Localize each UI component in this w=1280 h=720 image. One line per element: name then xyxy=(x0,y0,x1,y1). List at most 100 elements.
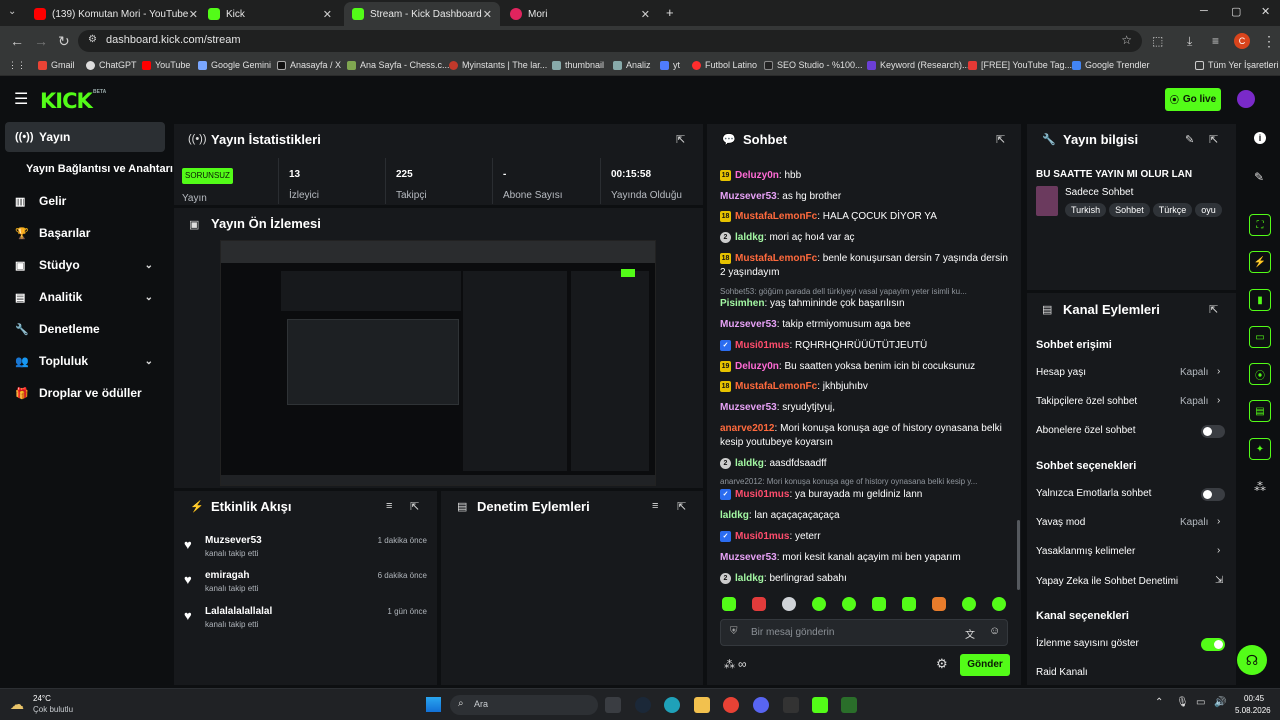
popout-icon[interactable]: ⇱ xyxy=(1209,133,1218,146)
bookmark-chatgpt[interactable]: ChatGPT xyxy=(86,60,137,70)
info-icon[interactable]: i xyxy=(1254,132,1266,144)
emote-icon[interactable] xyxy=(842,597,856,611)
emote-icon[interactable] xyxy=(962,597,976,611)
external-link-icon[interactable]: ⇲ xyxy=(1215,575,1223,586)
profile-avatar[interactable]: C xyxy=(1234,33,1250,49)
event-user[interactable]: Lalalalalallalal xyxy=(205,606,272,617)
extensions-icon[interactable]: ⬚ xyxy=(1152,32,1163,50)
rail-chat-icon[interactable]: ▭ xyxy=(1249,326,1271,348)
edge-icon[interactable] xyxy=(664,697,680,713)
support-headset-icon[interactable]: ☊ xyxy=(1237,645,1267,675)
sidebar-item-droplar[interactable]: 🎁 Droplar ve ödüller xyxy=(5,378,165,408)
menu-dots-icon[interactable]: ⋮ xyxy=(1262,32,1276,50)
bookmark-x[interactable]: Anasayfa / X xyxy=(277,60,341,70)
emote-icon[interactable] xyxy=(902,597,916,611)
filter-icon[interactable]: ≡ xyxy=(652,500,658,512)
obs-icon[interactable] xyxy=(841,697,857,713)
close-tab-icon[interactable]: ✕ xyxy=(189,8,198,21)
sidebar-item-studyo[interactable]: ▣ Stüdyo ⌄ xyxy=(5,250,165,280)
bookmark-google-trends[interactable]: Google Trendler xyxy=(1072,60,1150,70)
event-user[interactable]: Muzsever53 xyxy=(205,535,262,546)
chat-username[interactable]: Muzsever53 xyxy=(720,552,777,563)
popout-icon[interactable]: ⇱ xyxy=(677,500,686,513)
chat-username[interactable]: MustafaLemonFc xyxy=(735,211,817,222)
bookmark-chess[interactable]: Ana Sayfa - Chess.c... xyxy=(347,60,450,70)
popout-icon[interactable]: ⇱ xyxy=(1209,303,1218,316)
steam-icon[interactable] xyxy=(635,697,651,713)
event-user[interactable]: emiragah xyxy=(205,570,249,581)
file-explorer-icon[interactable] xyxy=(694,697,710,713)
download-icon[interactable]: ⤓ xyxy=(1187,32,1192,50)
setting-label[interactable]: Yapay Zeka ile Sohbet Denetimi xyxy=(1036,576,1178,587)
rail-wrench-icon[interactable]: ✦ xyxy=(1249,438,1271,460)
taskbar-search[interactable]: ⌕ Ara xyxy=(450,695,598,715)
chat-username[interactable]: Musi01mus xyxy=(735,531,789,542)
bookmark-futbol-latino[interactable]: Futbol Latino xyxy=(692,60,757,70)
stream-preview-video[interactable] xyxy=(220,240,656,486)
translate-icon[interactable]: 文 xyxy=(965,626,975,641)
network-icon[interactable]: ▭ xyxy=(1196,697,1205,708)
kick-logo[interactable]: KICK xyxy=(40,89,93,113)
forward-icon[interactable]: → xyxy=(34,32,48,50)
send-button[interactable]: Gönder xyxy=(960,654,1010,676)
hamburger-menu-icon[interactable]: ☰ xyxy=(14,89,28,109)
chat-scrollbar[interactable] xyxy=(1017,520,1020,590)
bookmark-gmail[interactable]: Gmail xyxy=(38,60,75,70)
task-view-icon[interactable] xyxy=(605,697,621,713)
show-viewer-count-toggle[interactable] xyxy=(1201,638,1225,651)
setting-label[interactable]: Yavaş mod xyxy=(1036,517,1085,528)
chat-username[interactable]: Deluzy0n xyxy=(735,170,779,181)
setting-label[interactable]: Yasaklanmış kelimeler xyxy=(1036,546,1135,557)
sidebar-item-yayin-baglantisi[interactable]: Yayın Bağlantısı ve Anahtarı xyxy=(26,154,173,184)
rail-broadcast-icon[interactable]: ⦿ xyxy=(1249,363,1271,385)
edit-pencil-icon[interactable]: ✎ xyxy=(1185,133,1194,146)
close-window-icon[interactable]: ✕ xyxy=(1261,5,1270,18)
infinity-icon[interactable]: ∞ xyxy=(738,657,747,671)
back-icon[interactable]: ← xyxy=(10,32,24,50)
tray-chevron-icon[interactable]: ⌃ xyxy=(1155,697,1163,708)
tab-mori[interactable]: Mori ✕ xyxy=(502,2,658,26)
weather-temp[interactable]: 24°C xyxy=(33,694,51,703)
chat-username[interactable]: Pisimhen xyxy=(720,298,764,309)
reload-icon[interactable]: ↻ xyxy=(58,32,70,50)
filter-icon[interactable]: ≡ xyxy=(386,500,392,512)
close-tab-icon[interactable]: ✕ xyxy=(483,8,492,21)
discord-icon[interactable] xyxy=(753,697,769,713)
chrome-icon[interactable] xyxy=(723,697,739,713)
setting-label[interactable]: Hesap yaşı xyxy=(1036,367,1086,378)
volume-icon[interactable]: 🔊 xyxy=(1214,697,1226,708)
settings-gear-icon[interactable]: ⚙ xyxy=(936,656,948,672)
chat-username[interactable]: Deluzy0n xyxy=(735,361,779,372)
bookmark-youtube-tag[interactable]: [FREE] YouTube Tag... xyxy=(968,60,1072,70)
chat-username[interactable]: Muzsever53 xyxy=(720,319,777,330)
microphone-icon[interactable]: 🎙 xyxy=(1176,697,1189,708)
chat-username[interactable]: Muzsever53 xyxy=(720,402,777,413)
tag-chip[interactable]: Sohbet xyxy=(1109,203,1150,217)
chevron-right-icon[interactable]: › xyxy=(1217,516,1220,527)
popout-icon[interactable]: ⇱ xyxy=(676,133,685,146)
chat-input[interactable]: ⛨ Bir mesaj gönderin 文 ☺ xyxy=(720,619,1008,646)
subscribers-only-toggle[interactable] xyxy=(1201,425,1225,438)
tab-youtube[interactable]: (139) Komutan Mori - YouTube ✕ xyxy=(26,2,206,26)
bookmark-keyword[interactable]: Keyword (Research)... xyxy=(867,60,970,70)
popout-icon[interactable]: ⇱ xyxy=(410,500,419,513)
rail-document-icon[interactable]: ▮ xyxy=(1249,289,1271,311)
bookmark-star-icon[interactable]: ☆ xyxy=(1121,33,1132,47)
tag-chip[interactable]: Turkish xyxy=(1065,203,1107,217)
edit-icon[interactable]: ✎ xyxy=(1254,170,1264,184)
epic-games-icon[interactable] xyxy=(783,697,799,713)
popout-icon[interactable]: ⇱ xyxy=(996,133,1005,146)
tag-chip[interactable]: oyu xyxy=(1195,203,1222,217)
close-tab-icon[interactable]: ✕ xyxy=(641,8,650,21)
chevron-right-icon[interactable]: › xyxy=(1217,366,1220,377)
category-name[interactable]: Sadece Sohbet xyxy=(1065,187,1133,198)
chat-username[interactable]: anarve2012 xyxy=(720,423,775,434)
setting-label[interactable]: Raid Kanalı xyxy=(1036,667,1088,678)
go-live-button[interactable]: ⦿ Go live xyxy=(1165,88,1221,111)
chat-username[interactable]: Muzsever53 xyxy=(720,191,777,202)
sidebar-item-gelir[interactable]: ▥ Gelir xyxy=(5,186,165,216)
emote-icon[interactable] xyxy=(872,597,886,611)
clock-time[interactable]: 00:45 xyxy=(1244,694,1264,703)
sidebar-item-analitik[interactable]: ▤ Analitik ⌄ xyxy=(5,282,165,312)
rail-server-icon[interactable]: ▤ xyxy=(1249,400,1271,422)
